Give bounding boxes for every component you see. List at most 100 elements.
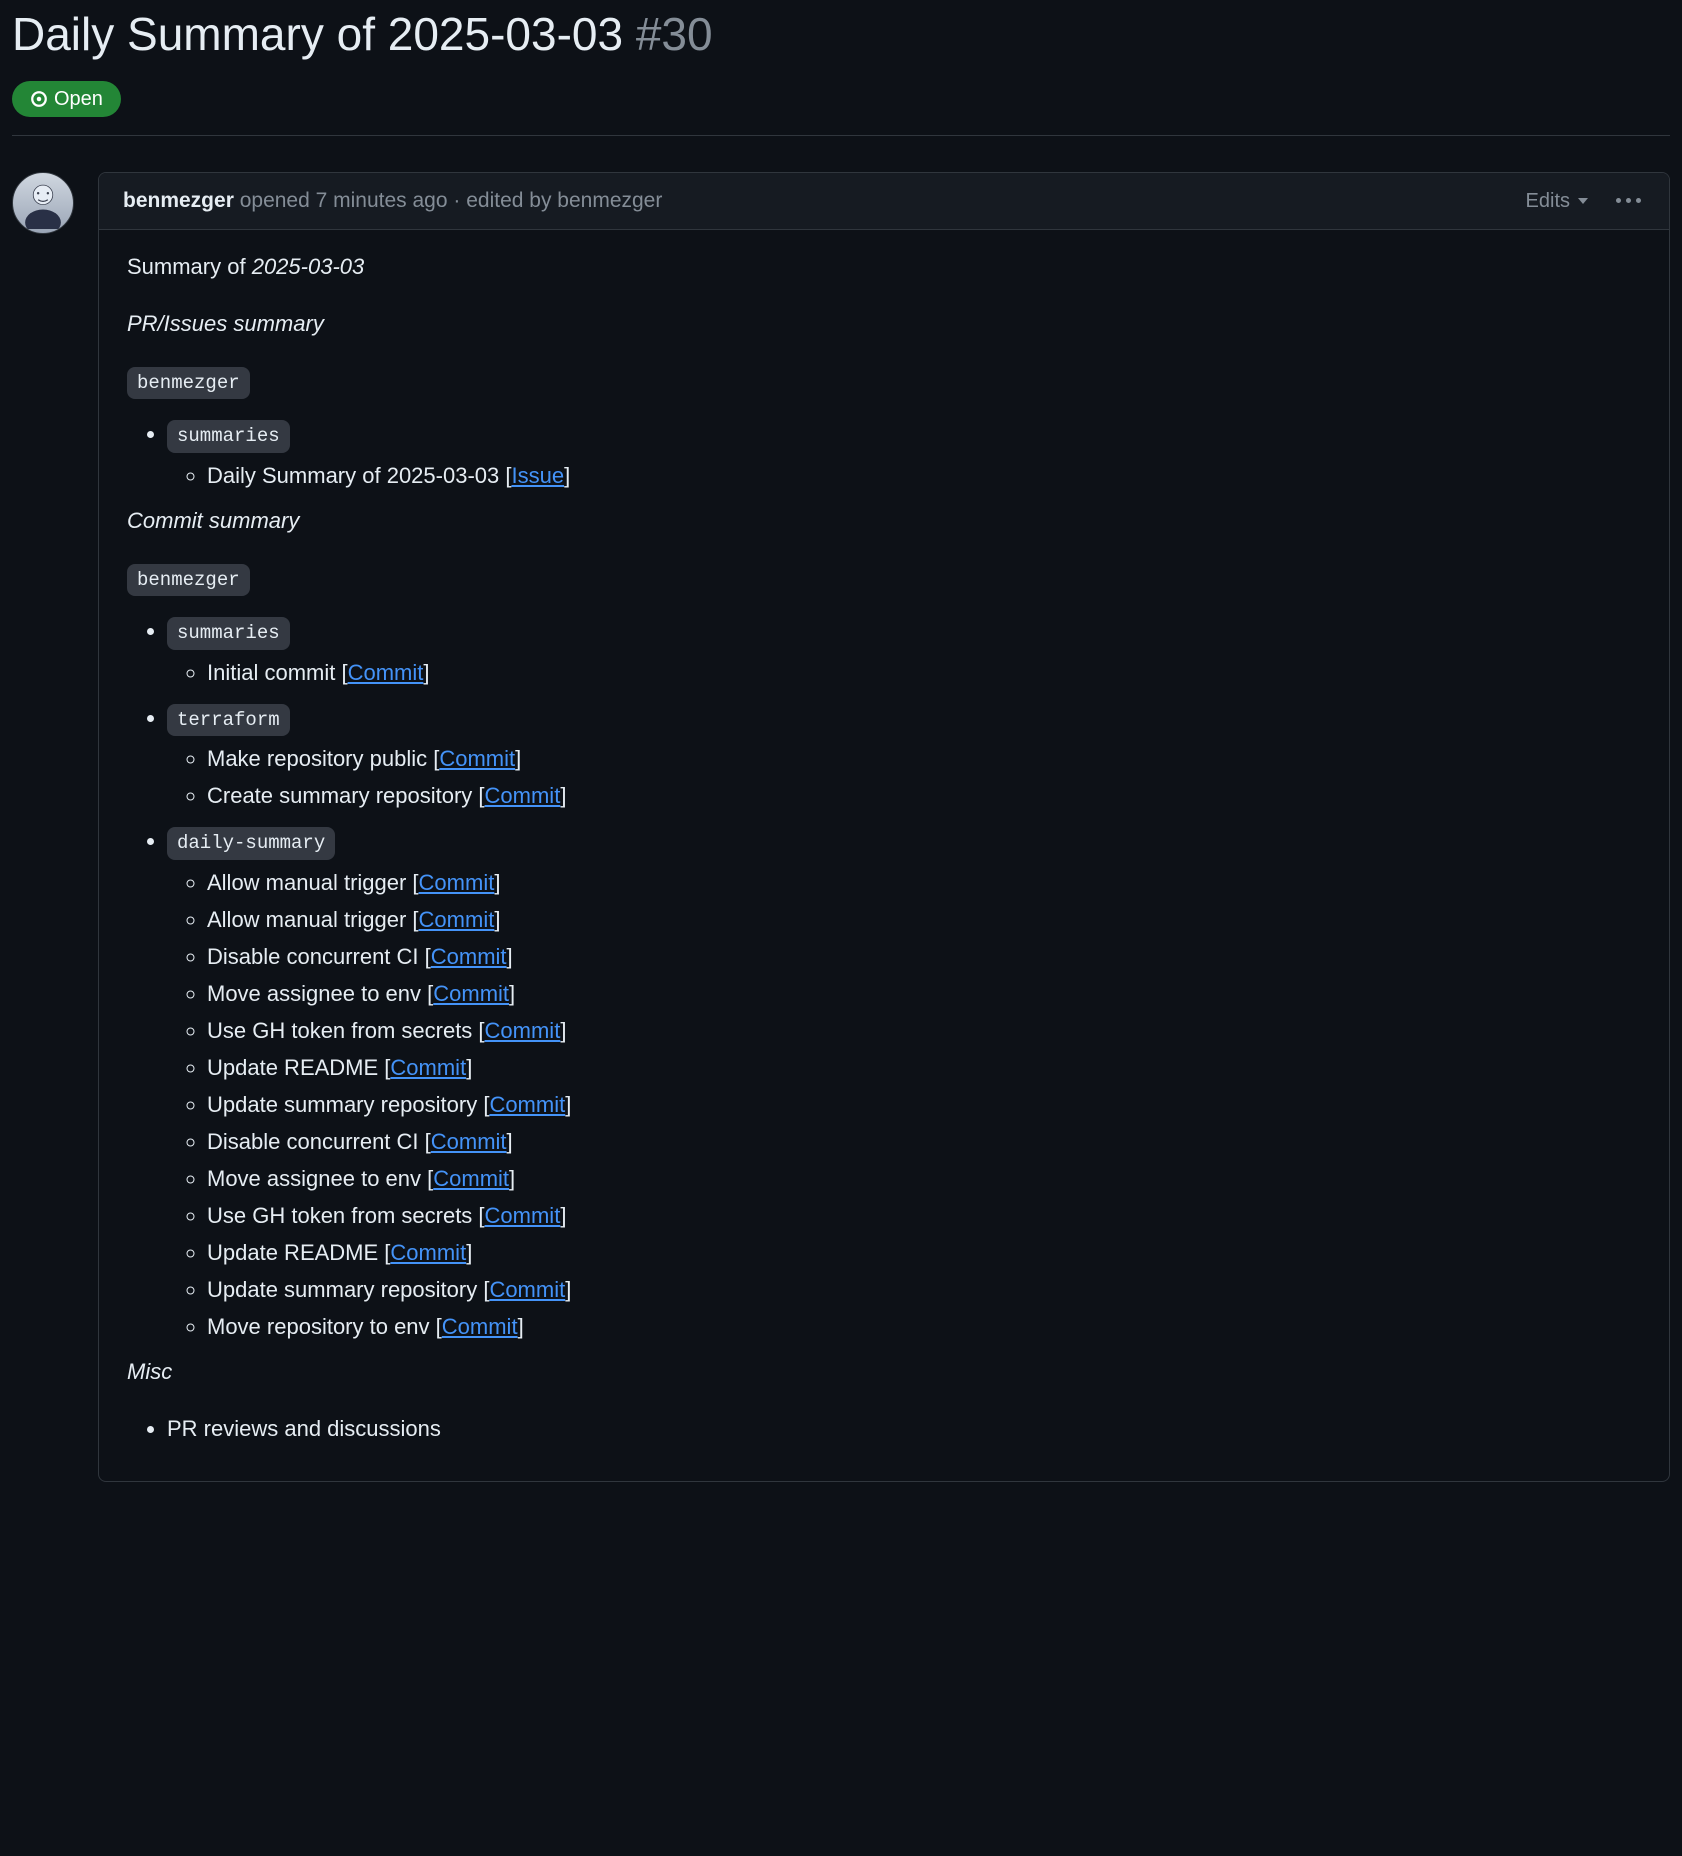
comment-thread: benmezger opened 7 minutes ago · edited … [12,172,1670,1482]
commit-link[interactable]: Commit [442,1314,518,1339]
summary-line: Summary of 2025-03-03 [127,250,1641,283]
list-item: Allow manual trigger [Commit] [207,866,1641,899]
status-row: Open [12,81,1670,136]
list-item: summaries Daily Summary of 2025-03-03 [Is… [167,417,1641,492]
avatar-icon [17,177,69,229]
commit-link[interactable]: Commit [419,870,495,895]
list-item: Update README [Commit] [207,1236,1641,1269]
misc-heading: Misc [127,1355,1641,1388]
repo-chip: terraform [167,704,290,737]
bracket-close: ] [560,783,566,808]
list-item: PR reviews and discussions [167,1412,1641,1445]
chevron-down-icon [1578,198,1588,204]
comment-sep: · [448,189,467,212]
list-item: Use GH token from secrets [Commit] [207,1199,1641,1232]
commit-link[interactable]: Commit [489,1277,565,1302]
item-text: Use GH token from secrets [ [207,1018,485,1043]
bracket-close: ] [518,1314,524,1339]
list-item: Update summary repository [Commit] [207,1088,1641,1121]
item-text: Initial commit [ [207,660,348,685]
list-item: Create summary repository [Commit] [207,779,1641,812]
commit-link[interactable]: Commit [485,1018,561,1043]
issue-title-row: Daily Summary of 2025-03-03 #30 [12,0,1670,69]
list-item: daily-summaryAllow manual trigger [Commi… [167,824,1641,1343]
user-chip: benmezger [127,367,250,400]
item-text: Daily Summary of 2025-03-03 [ [207,463,511,488]
list-item: Move repository to env [Commit] [207,1310,1641,1343]
commit-link[interactable]: Commit [485,1203,561,1228]
commit-link[interactable]: Commit [390,1240,466,1265]
commit-link[interactable]: Commit [489,1092,565,1117]
edits-button[interactable]: Edits [1526,186,1588,216]
comment-edited-prefix: edited by [466,189,557,212]
commit-link[interactable]: Commit [348,660,424,685]
commit-section-heading: Commit summary [127,504,1641,537]
item-text: Update README [ [207,1240,390,1265]
comment-body: Summary of 2025-03-03 PR/Issues summary … [99,230,1669,1481]
bracket-close: ] [494,907,500,932]
bracket-close: ] [515,746,521,771]
repo-chip: daily-summary [167,827,335,860]
pr-section-heading: PR/Issues summary [127,307,1641,340]
bracket-close: ] [507,1129,513,1154]
list-item: Disable concurrent CI [Commit] [207,1125,1641,1158]
commit-groups-list: summariesInitial commit [Commit]terrafor… [127,614,1641,1343]
bracket-close: ] [466,1240,472,1265]
commit-link[interactable]: Commit [433,981,509,1006]
list-item: terraform Make repository public [Commit]… [167,701,1641,813]
comment-author[interactable]: benmezger [123,189,234,212]
item-text: Move repository to env [ [207,1314,442,1339]
issue-link[interactable]: Issue [511,463,564,488]
list-item: Move assignee to env [Commit] [207,977,1641,1010]
avatar[interactable] [12,172,74,234]
sub-list: Make repository public [Commit] Create su… [167,742,1641,812]
commit-link[interactable]: Commit [439,746,515,771]
item-text: Allow manual trigger [ [207,870,419,895]
item-text: Create summary repository [ [207,783,485,808]
issue-state-label: Open [54,89,103,109]
bracket-close: ] [560,1203,566,1228]
comment-box: benmezger opened 7 minutes ago · edited … [98,172,1670,1482]
item-text: Update summary repository [ [207,1277,489,1302]
list-item: Update summary repository [Commit] [207,1273,1641,1306]
sub-list: Daily Summary of 2025-03-03 [Issue] [167,459,1641,492]
list-item: Daily Summary of 2025-03-03 [Issue] [207,459,1641,492]
issue-open-icon [30,90,48,108]
item-text: Update README [ [207,1055,390,1080]
comment-header-actions: Edits [1526,186,1645,216]
list-item: Move assignee to env [Commit] [207,1162,1641,1195]
issue-state-open-badge: Open [12,81,121,117]
user-chip: benmezger [127,564,250,597]
commit-link[interactable]: Commit [433,1166,509,1191]
pr-groups-list: summaries Daily Summary of 2025-03-03 [Is… [127,417,1641,492]
bracket-close: ] [565,1092,571,1117]
comment-editor[interactable]: benmezger [557,189,662,212]
commit-link[interactable]: Commit [485,783,561,808]
bracket-close: ] [494,870,500,895]
sub-list: Allow manual trigger [Commit]Allow manua… [167,866,1641,1343]
comment-header: benmezger opened 7 minutes ago · edited … [99,173,1669,230]
bracket-close: ] [509,1166,515,1191]
list-item: Make repository public [Commit] [207,742,1641,775]
commit-link[interactable]: Commit [419,907,495,932]
list-item: summariesInitial commit [Commit] [167,614,1641,689]
list-item: Disable concurrent CI [Commit] [207,940,1641,973]
summary-prefix: Summary of [127,254,252,279]
list-item: Allow manual trigger [Commit] [207,903,1641,936]
comment-opened: opened 7 minutes ago [240,189,448,212]
issue-title-text: Daily Summary of 2025-03-03 [12,8,623,60]
repo-chip: summaries [167,420,290,453]
misc-list: PR reviews and discussions [127,1412,1641,1445]
commit-link[interactable]: Commit [390,1055,466,1080]
item-text: Use GH token from secrets [ [207,1203,485,1228]
comment-header-meta: benmezger opened 7 minutes ago · edited … [123,185,662,217]
bracket-close: ] [565,1277,571,1302]
item-text: Allow manual trigger [ [207,907,419,932]
kebab-menu-button[interactable] [1612,194,1645,207]
bracket-close: ] [560,1018,566,1043]
repo-chip: summaries [167,617,290,650]
commit-link[interactable]: Commit [431,944,507,969]
summary-date: 2025-03-03 [252,254,365,279]
commit-link[interactable]: Commit [431,1129,507,1154]
bracket-close: ] [564,463,570,488]
